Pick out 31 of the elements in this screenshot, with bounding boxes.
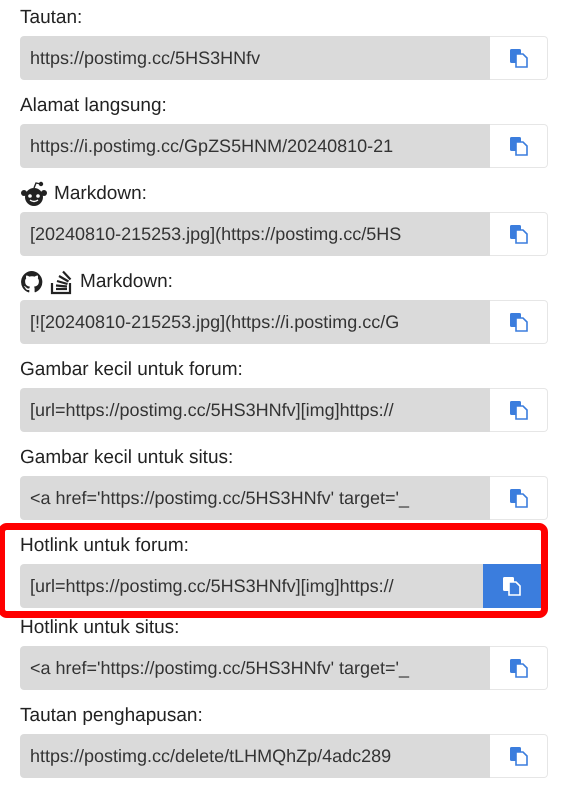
copy-icon	[508, 135, 530, 157]
link-field[interactable]: [![20240810-215253.jpg](https://i.postimg.cc/G	[20, 300, 490, 344]
copy-icon	[508, 745, 530, 767]
field-label: Tautan:	[20, 7, 82, 29]
link-field[interactable]: https://postimg.cc/delete/tLHMQhZp/4adc289	[20, 734, 490, 778]
link-field[interactable]: [url=https://postimg.cc/5HS3HNfv][img]https://	[20, 564, 483, 608]
stacked-bars-icon	[50, 269, 74, 295]
link-field[interactable]: [20240810-215253.jpg](https://postimg.cc/5HS	[20, 212, 490, 256]
link-field[interactable]: <a href='https://postimg.cc/5HS3HNfv' target='_	[20, 476, 490, 520]
field-label: Alamat langsung:	[20, 95, 167, 117]
link-field[interactable]: https://i.postimg.cc/GpZS5HNM/20240810-21	[20, 124, 490, 168]
field-label: Gambar kecil untuk forum:	[20, 359, 243, 381]
copy-icon	[508, 487, 530, 509]
field-label: Tautan penghapusan:	[20, 705, 203, 727]
field-label: Hotlink untuk situs:	[20, 617, 180, 639]
link-field[interactable]: https://postimg.cc/5HS3HNfv	[20, 36, 490, 80]
field-label: Markdown:	[54, 183, 147, 205]
link-field[interactable]: [url=https://postimg.cc/5HS3HNfv][img]https://	[20, 388, 490, 432]
link-field[interactable]: <a href='https://postimg.cc/5HS3HNfv' target='_	[20, 646, 490, 690]
alien-mascot-icon	[20, 181, 48, 207]
copy-icon	[508, 311, 530, 333]
copy-icon	[508, 399, 530, 421]
field-label: Gambar kecil untuk situs:	[20, 447, 234, 469]
copy-button[interactable]	[483, 564, 541, 608]
field-label: Hotlink untuk forum:	[20, 535, 189, 557]
copy-icon	[508, 223, 530, 245]
cat-logo-icon	[20, 270, 44, 294]
copy-icon	[500, 575, 522, 597]
field-label: Markdown:	[80, 271, 173, 293]
copy-icon	[508, 657, 530, 679]
copy-icon	[508, 47, 530, 69]
